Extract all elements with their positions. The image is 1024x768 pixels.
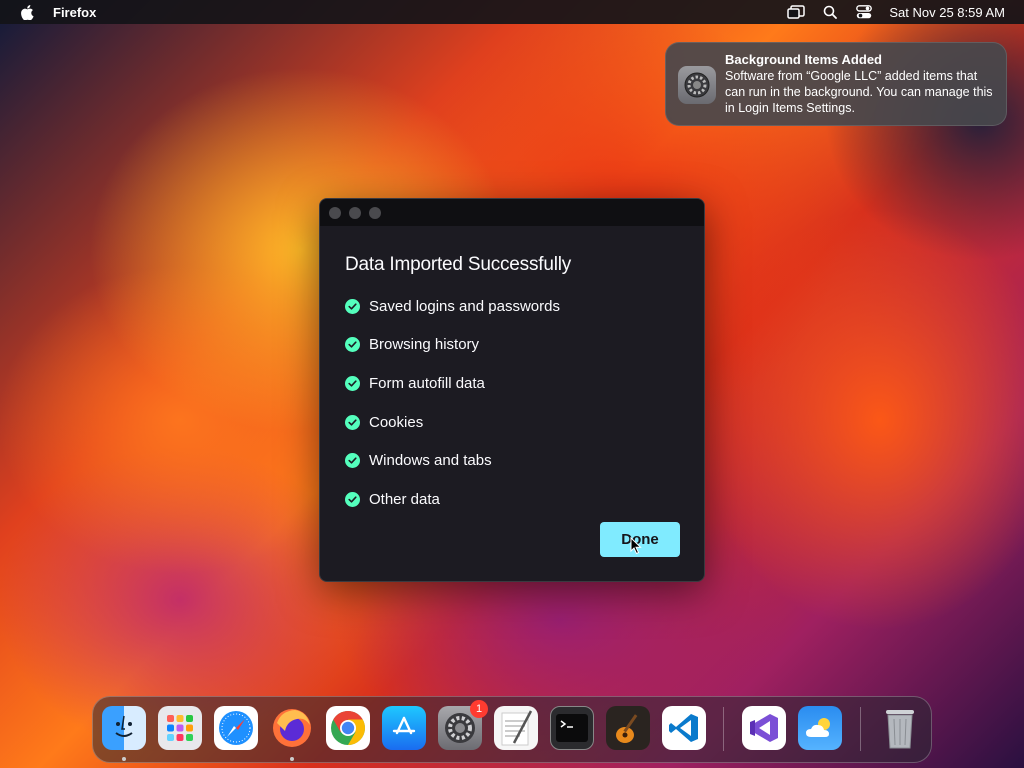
apple-icon[interactable] bbox=[20, 4, 34, 20]
dock-firefox-icon[interactable] bbox=[270, 706, 314, 750]
screen-mirroring-icon[interactable] bbox=[787, 4, 806, 20]
dock-vscode-icon[interactable] bbox=[662, 706, 706, 750]
list-item-label: Cookies bbox=[369, 413, 424, 431]
minimize-window-button[interactable] bbox=[349, 206, 361, 219]
spotlight-search-icon[interactable] bbox=[821, 4, 839, 20]
list-item: Browsing history bbox=[345, 326, 704, 365]
list-item: Saved logins and passwords bbox=[345, 287, 704, 326]
dock-separator bbox=[723, 707, 724, 751]
menu-bar: Firefox Sat Nov 25 8:59 AM bbox=[0, 0, 1024, 24]
list-item-label: Other data bbox=[369, 490, 440, 508]
dock-textedit-icon[interactable] bbox=[494, 706, 538, 750]
dock-terminal-icon[interactable] bbox=[550, 706, 594, 750]
dock-finder-icon[interactable] bbox=[102, 706, 146, 750]
dialog-title: Data Imported Successfully bbox=[345, 254, 572, 275]
running-indicator bbox=[122, 757, 126, 761]
notification-body: Software from “Google LLC” added items t… bbox=[725, 69, 993, 115]
dock-app-store-icon[interactable] bbox=[382, 706, 426, 750]
checkmark-icon bbox=[345, 453, 360, 469]
list-item: Other data bbox=[345, 480, 704, 519]
control-center-icon[interactable] bbox=[855, 4, 873, 20]
notification-title: Background Items Added bbox=[725, 52, 882, 67]
list-item: Cookies bbox=[345, 403, 704, 442]
checkmark-icon bbox=[345, 298, 360, 314]
close-window-button[interactable] bbox=[329, 206, 341, 219]
dock-separator bbox=[860, 707, 861, 751]
notification-badge: 1 bbox=[470, 700, 488, 718]
checkmark-icon bbox=[345, 375, 360, 391]
list-item-label: Saved logins and passwords bbox=[369, 297, 560, 315]
dock-chrome-icon[interactable] bbox=[326, 706, 370, 750]
background-items-notification[interactable]: Background Items Added Software from “Go… bbox=[665, 42, 1007, 126]
active-app-name[interactable]: Firefox bbox=[53, 5, 96, 20]
list-item: Windows and tabs bbox=[345, 441, 704, 480]
menu-bar-extras: Sat Nov 25 8:59 AM bbox=[771, 4, 1005, 20]
dock-garageband-icon[interactable] bbox=[606, 706, 650, 750]
running-indicator bbox=[290, 757, 294, 761]
list-item-label: Windows and tabs bbox=[369, 452, 492, 470]
dock-visual-studio-icon[interactable] bbox=[742, 706, 786, 750]
checkmark-icon bbox=[345, 491, 360, 507]
checkmark-icon bbox=[345, 337, 360, 353]
dock-safari-icon[interactable] bbox=[214, 706, 258, 750]
system-settings-icon bbox=[678, 66, 716, 104]
zoom-window-button[interactable] bbox=[369, 206, 381, 219]
imported-items-list: Saved logins and passwords Browsing hist… bbox=[345, 287, 704, 519]
dock: 1 bbox=[92, 696, 932, 763]
dock-weather-icon[interactable] bbox=[798, 706, 842, 750]
list-item-label: Form autofill data bbox=[369, 374, 485, 392]
dock-launchpad-icon[interactable] bbox=[158, 706, 202, 750]
import-complete-dialog: Data Imported Successfully Saved logins … bbox=[319, 198, 705, 582]
list-item: Form autofill data bbox=[345, 364, 704, 403]
dock-trash-icon[interactable] bbox=[878, 706, 922, 750]
list-item-label: Browsing history bbox=[369, 336, 480, 354]
checkmark-icon bbox=[345, 414, 360, 430]
dock-system-settings-icon[interactable]: 1 bbox=[438, 700, 488, 750]
mouse-cursor-icon bbox=[630, 537, 642, 555]
window-titlebar bbox=[320, 199, 704, 226]
menu-bar-clock[interactable]: Sat Nov 25 8:59 AM bbox=[889, 5, 1005, 20]
